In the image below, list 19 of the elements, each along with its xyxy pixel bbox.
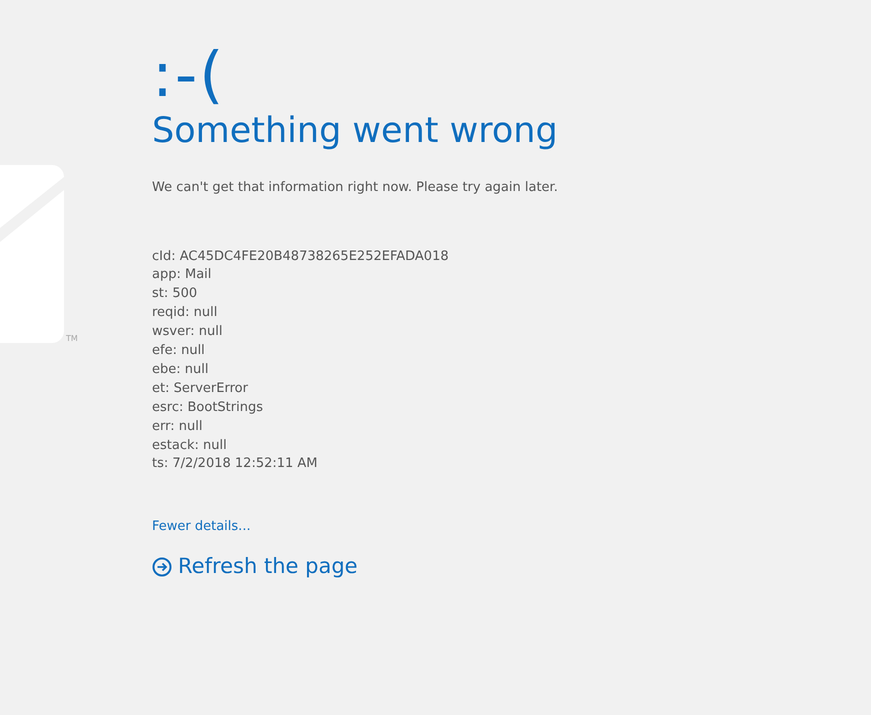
arrow-circle-icon <box>152 557 172 578</box>
detail-line: et: ServerError <box>152 380 249 398</box>
error-message: We can't get that information right now. Please try again later. <box>152 179 558 197</box>
detail-line: esrc: BootStrings <box>152 398 264 417</box>
fewer-details-link[interactable]: Fewer details... <box>152 517 251 537</box>
detail-line: st: 500 <box>152 285 198 304</box>
refresh-link[interactable]: Refresh the page <box>152 551 358 583</box>
detail-line: cId: AC45DC4FE20B48738265E252EFADA018 <box>152 248 450 266</box>
sad-emoticon: :-( <box>152 44 226 106</box>
detail-line: efe: null <box>152 342 206 360</box>
detail-line: wsver: null <box>152 323 224 342</box>
detail-line: ts: 7/2/2018 12:52:11 AM <box>152 455 319 474</box>
trademark: TM <box>66 335 78 343</box>
detail-line: ebe: null <box>152 360 210 379</box>
detail-line: err: null <box>152 418 204 436</box>
detail-line: reqid: null <box>152 304 218 322</box>
detail-line: estack: null <box>152 436 228 455</box>
error-heading: Something went wrong <box>152 110 558 152</box>
detail-line: app: Mail <box>152 266 212 284</box>
